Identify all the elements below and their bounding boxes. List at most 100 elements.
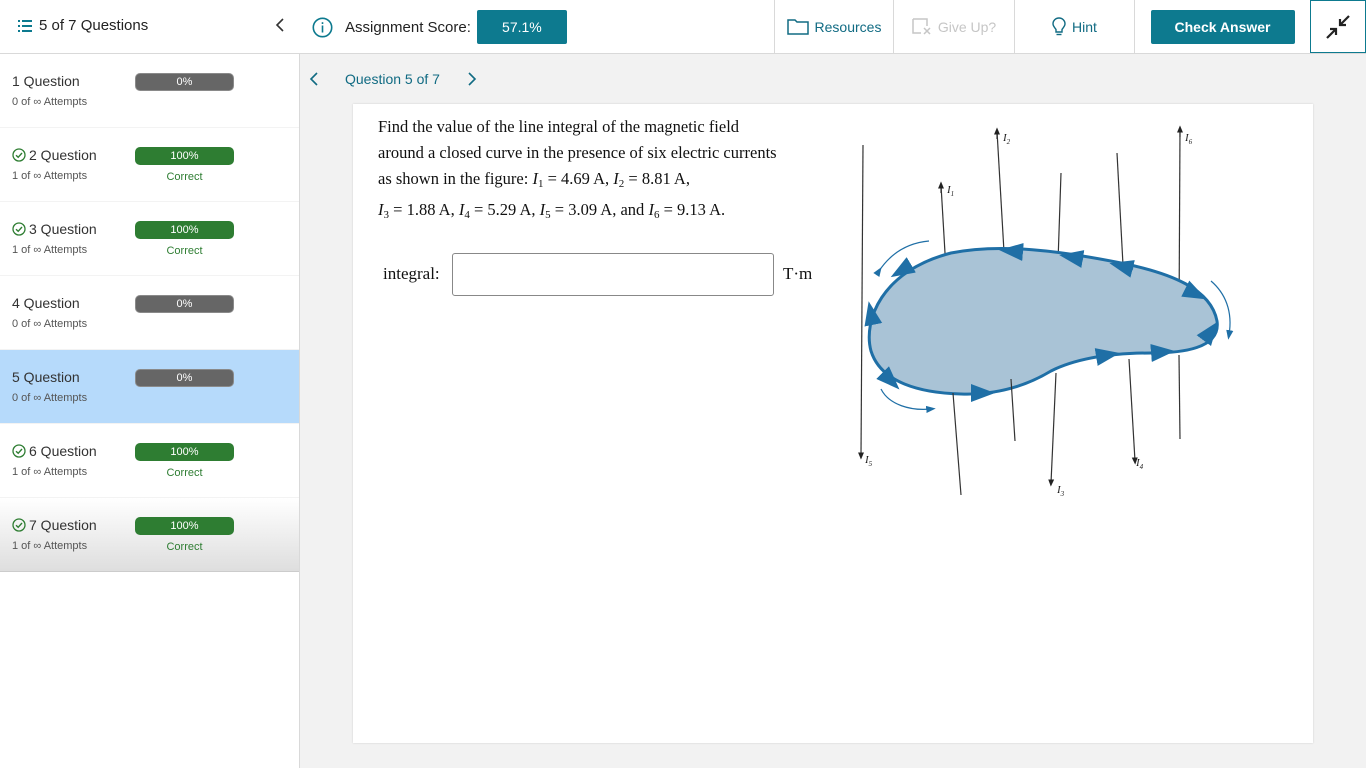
- questions-toggle-label: 5 of 7 Questions: [39, 17, 149, 34]
- closed-curve: [867, 247, 1219, 396]
- sidebar-question-2[interactable]: 2 Question 1 of ∞ Attempts 100% Correct: [0, 128, 299, 202]
- previous-question-icon[interactable]: [308, 70, 320, 88]
- current-5-value: 3.09 A: [568, 200, 613, 219]
- current-1-sub: 1: [537, 178, 544, 190]
- question-status: Correct: [166, 541, 203, 553]
- question-title-label: 6 Question: [29, 443, 97, 459]
- question-title: 1 Question: [12, 73, 80, 89]
- give-up-button[interactable]: Give Up?: [893, 0, 1014, 53]
- current-4-value: 5.29 A: [487, 200, 532, 219]
- question-progress-bar: 100%: [135, 443, 234, 461]
- wire-1-lower: [952, 392, 962, 496]
- question-status: Correct: [166, 467, 203, 479]
- sidebar-question-5[interactable]: 5 Question 0 of ∞ Attempts 0%: [0, 350, 299, 424]
- question-card: Find the value of the line integral of t…: [353, 104, 1313, 743]
- question-title-label: 4 Question: [12, 295, 80, 311]
- question-status: Correct: [166, 245, 203, 257]
- question-title: 2 Question: [12, 147, 97, 163]
- label-i2: I2: [1002, 132, 1011, 146]
- wire-6-lower: [1178, 354, 1181, 440]
- question-title: 4 Question: [12, 295, 80, 311]
- question-progress-bar: 100%: [135, 147, 234, 165]
- question-title-label: 5 Question: [12, 369, 80, 385]
- prompt-line-3-pre: as shown in the figure:: [378, 169, 533, 188]
- check-circle-icon: [12, 444, 26, 458]
- resources-label: Resources: [814, 18, 882, 35]
- check-answer-area: Check Answer: [1134, 0, 1310, 53]
- question-attempts: 0 of ∞ Attempts: [12, 318, 88, 330]
- integral-input[interactable]: [452, 253, 774, 296]
- question-progress-bar: 100%: [135, 517, 234, 535]
- label-i3: I3: [1056, 484, 1065, 498]
- sidebar-question-6[interactable]: 6 Question 1 of ∞ Attempts 100% Correct: [0, 424, 299, 498]
- wire-3-lower: [1048, 372, 1057, 487]
- label-i5: I5: [864, 454, 873, 468]
- question-title: 7 Question: [12, 517, 97, 533]
- wire-4-lower: [1128, 358, 1138, 465]
- current-6-sub: 6: [653, 209, 660, 221]
- question-attempts: 0 of ∞ Attempts: [12, 392, 88, 404]
- hint-label: Hint: [1072, 18, 1097, 35]
- give-up-label: Give Up?: [937, 18, 997, 35]
- current-3-sub: 3: [383, 209, 390, 221]
- check-answer-button[interactable]: Check Answer: [1150, 9, 1295, 44]
- field-arc: [880, 388, 936, 414]
- question-attempts: 1 of ∞ Attempts: [12, 466, 88, 478]
- current-6-value: 9.13 A: [677, 200, 722, 219]
- sidebar-question-7[interactable]: 7 Question 1 of ∞ Attempts 100% Correct: [0, 498, 299, 572]
- question-title-label: 2 Question: [29, 147, 97, 163]
- score-badge: 57.1%: [476, 10, 567, 44]
- wire-5: [858, 144, 865, 460]
- hint-button[interactable]: Hint: [1014, 0, 1134, 53]
- check-circle-icon: [12, 222, 26, 236]
- list-icon: [18, 19, 32, 32]
- sidebar-question-4[interactable]: 4 Question 0 of ∞ Attempts 0%: [0, 276, 299, 350]
- question-attempts: 1 of ∞ Attempts: [12, 170, 88, 182]
- questions-toggle[interactable]: 5 of 7 Questions: [18, 17, 148, 34]
- question-title-label: 3 Question: [29, 221, 97, 237]
- sidebar-question-3[interactable]: 3 Question 1 of ∞ Attempts 100% Correct: [0, 202, 299, 276]
- assignment-score: Assignment Score: 57.1%: [312, 10, 567, 44]
- info-icon[interactable]: [312, 17, 333, 38]
- current-2-value: 8.81 A: [641, 169, 686, 188]
- collapse-icon: [1326, 14, 1350, 39]
- question-progress-bar: 100%: [135, 221, 234, 239]
- next-question-icon[interactable]: [466, 70, 478, 88]
- current-2-sub: 2: [618, 178, 625, 190]
- curve-arrow: [864, 301, 883, 327]
- question-attempts: 1 of ∞ Attempts: [12, 540, 88, 552]
- answer-unit: T·m: [783, 264, 813, 283]
- question-status: Correct: [166, 171, 203, 183]
- current-5-sub: 5: [545, 209, 551, 221]
- question-attempts: 1 of ∞ Attempts: [12, 244, 88, 256]
- score-label: Assignment Score:: [345, 18, 471, 36]
- lightbulb-icon: [1052, 16, 1066, 35]
- answer-label: integral:: [383, 264, 440, 283]
- current-loop-figure: I1 I2 I3 I4 I5 I6: [858, 125, 1234, 498]
- label-i4: I4: [1135, 457, 1144, 471]
- curve-arrow: [1094, 348, 1120, 366]
- collapse-button[interactable]: [1310, 0, 1366, 53]
- question-progress-bar: 0%: [135, 73, 234, 91]
- label-i6: I6: [1184, 132, 1193, 146]
- sidebar-question-1[interactable]: 1 Question 0 of ∞ Attempts 0%: [0, 54, 299, 128]
- prompt-line-1: Find the value of the line integral of t…: [378, 117, 740, 136]
- resources-button[interactable]: Resources: [774, 0, 893, 53]
- curve-arrow: [1059, 250, 1085, 268]
- give-up-icon: [912, 18, 931, 35]
- current-1-value: 4.69 A: [561, 169, 606, 188]
- main-content: Question 5 of 7 Find the value of the li…: [300, 54, 1366, 768]
- question-title: 6 Question: [12, 443, 97, 459]
- top-bar: 5 of 7 Questions Assignment Score: 57.1%…: [0, 0, 1366, 54]
- question-title: 5 Question: [12, 369, 80, 385]
- question-progress-bar: 0%: [135, 369, 234, 387]
- chevron-left-icon[interactable]: [273, 14, 287, 36]
- question-title-label: 7 Question: [29, 517, 97, 533]
- folder-icon: [786, 19, 809, 35]
- check-circle-icon: [12, 148, 26, 162]
- label-i1: I1: [946, 184, 954, 198]
- curve-arrow: [999, 243, 1024, 261]
- prompt-line-2: around a closed curve in the presence of…: [378, 143, 777, 162]
- check-circle-icon: [12, 518, 26, 532]
- question-progress-bar: 0%: [135, 295, 234, 313]
